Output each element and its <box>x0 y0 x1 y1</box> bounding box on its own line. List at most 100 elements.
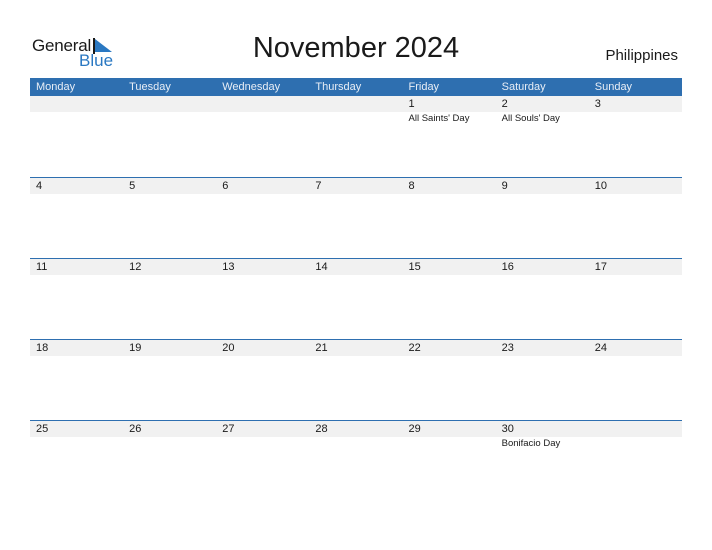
calendar-week: 11 12 13 14 15 16 17 <box>30 258 682 339</box>
day-number: 26 <box>123 421 217 437</box>
day-number: 6 <box>216 178 310 194</box>
country-label: Philippines <box>605 47 678 64</box>
day-cell: 25 <box>30 421 124 449</box>
day-number: 16 <box>495 259 589 275</box>
day-cell: 7 <box>309 178 403 195</box>
day-number: 22 <box>402 340 496 356</box>
holiday-label <box>403 437 496 438</box>
day-number <box>123 96 217 112</box>
day-cell: 29 <box>402 421 496 449</box>
holiday-label: Bonifacio Day <box>501 438 561 449</box>
day-number: 15 <box>402 259 496 275</box>
day-cell: 6 <box>216 178 310 195</box>
day-number: 24 <box>588 340 682 356</box>
holiday-label <box>496 356 589 357</box>
holiday-label <box>309 356 402 357</box>
day-number: 2 <box>495 96 589 112</box>
day-cell: 18 <box>30 340 124 357</box>
holiday-label <box>123 194 216 195</box>
day-cell: 4 <box>30 178 124 195</box>
weekday-wednesday: Wednesday <box>222 81 281 93</box>
holiday-label <box>309 437 402 438</box>
day-number: 12 <box>123 259 217 275</box>
weekday-sunday: Sunday <box>594 81 633 93</box>
day-number: 25 <box>30 421 124 437</box>
day-number <box>588 421 682 437</box>
holiday-label <box>216 356 309 357</box>
day-cell: 21 <box>309 340 403 357</box>
day-number: 7 <box>309 178 403 194</box>
holiday-label <box>30 112 123 113</box>
holiday-label <box>309 194 402 195</box>
holiday-label <box>496 194 589 195</box>
day-cell: 14 <box>309 259 403 276</box>
weekday-tuesday: Tuesday <box>129 81 171 93</box>
day-cell: 16 <box>495 259 589 276</box>
day-number: 28 <box>309 421 403 437</box>
holiday-label <box>496 275 589 276</box>
holiday-label <box>216 112 309 113</box>
holiday-label <box>216 194 309 195</box>
holiday-label <box>403 275 496 276</box>
day-number <box>309 96 403 112</box>
day-cell: 3 <box>588 96 682 124</box>
day-cell: 2 All Souls' Day <box>495 96 589 124</box>
day-number <box>30 96 124 112</box>
day-cell <box>216 96 310 124</box>
day-cell <box>588 421 682 449</box>
calendar-week: 18 19 20 21 22 23 24 <box>30 339 682 420</box>
day-cell: 27 <box>216 421 310 449</box>
holiday-label <box>589 275 682 276</box>
day-cell <box>30 96 124 124</box>
day-number: 20 <box>216 340 310 356</box>
holiday-label <box>30 437 123 438</box>
holiday-label <box>216 437 309 438</box>
holiday-label: All Souls' Day <box>501 113 560 124</box>
day-cell: 24 <box>588 340 682 357</box>
holiday-label <box>403 356 496 357</box>
day-cell: 1 All Saints' Day <box>402 96 496 124</box>
holiday-label <box>123 112 216 113</box>
day-number: 10 <box>588 178 682 194</box>
day-number: 30 <box>495 421 589 437</box>
day-number: 4 <box>30 178 124 194</box>
calendar-week: 25 26 27 28 29 30 Bonifacio Day <box>30 420 682 501</box>
holiday-label <box>30 194 123 195</box>
day-number: 29 <box>402 421 496 437</box>
day-number: 27 <box>216 421 310 437</box>
holiday-label <box>216 275 309 276</box>
holiday-label <box>123 275 216 276</box>
day-cell: 28 <box>309 421 403 449</box>
day-number: 5 <box>123 178 217 194</box>
holiday-label <box>589 112 682 113</box>
day-number: 14 <box>309 259 403 275</box>
day-cell: 10 <box>588 178 682 195</box>
holiday-label <box>30 356 123 357</box>
day-number: 3 <box>588 96 682 112</box>
day-cell: 5 <box>123 178 217 195</box>
holiday-label <box>309 275 402 276</box>
weekday-thursday: Thursday <box>315 81 362 93</box>
day-cell: 20 <box>216 340 310 357</box>
day-cell: 12 <box>123 259 217 276</box>
day-cell: 9 <box>495 178 589 195</box>
holiday-label <box>30 275 123 276</box>
day-number: 8 <box>402 178 496 194</box>
holiday-label <box>123 437 216 438</box>
day-cell: 17 <box>588 259 682 276</box>
holiday-label <box>309 112 402 113</box>
day-cell: 22 <box>402 340 496 357</box>
day-cell: 23 <box>495 340 589 357</box>
day-number: 19 <box>123 340 217 356</box>
day-number: 13 <box>216 259 310 275</box>
day-cell: 30 Bonifacio Day <box>495 421 589 449</box>
weekday-saturday: Saturday <box>501 81 546 93</box>
day-cell: 11 <box>30 259 124 276</box>
calendar-grid: Monday Tuesday Wednesday Thursday Friday Satu… <box>30 78 682 501</box>
day-number: 1 <box>402 96 496 112</box>
day-cell <box>309 96 403 124</box>
weekday-monday: Monday <box>36 81 76 93</box>
holiday-label <box>589 194 682 195</box>
day-cell: 13 <box>216 259 310 276</box>
calendar-week: 1 All Saints' Day 2 All Souls' Day 3 <box>30 96 682 177</box>
